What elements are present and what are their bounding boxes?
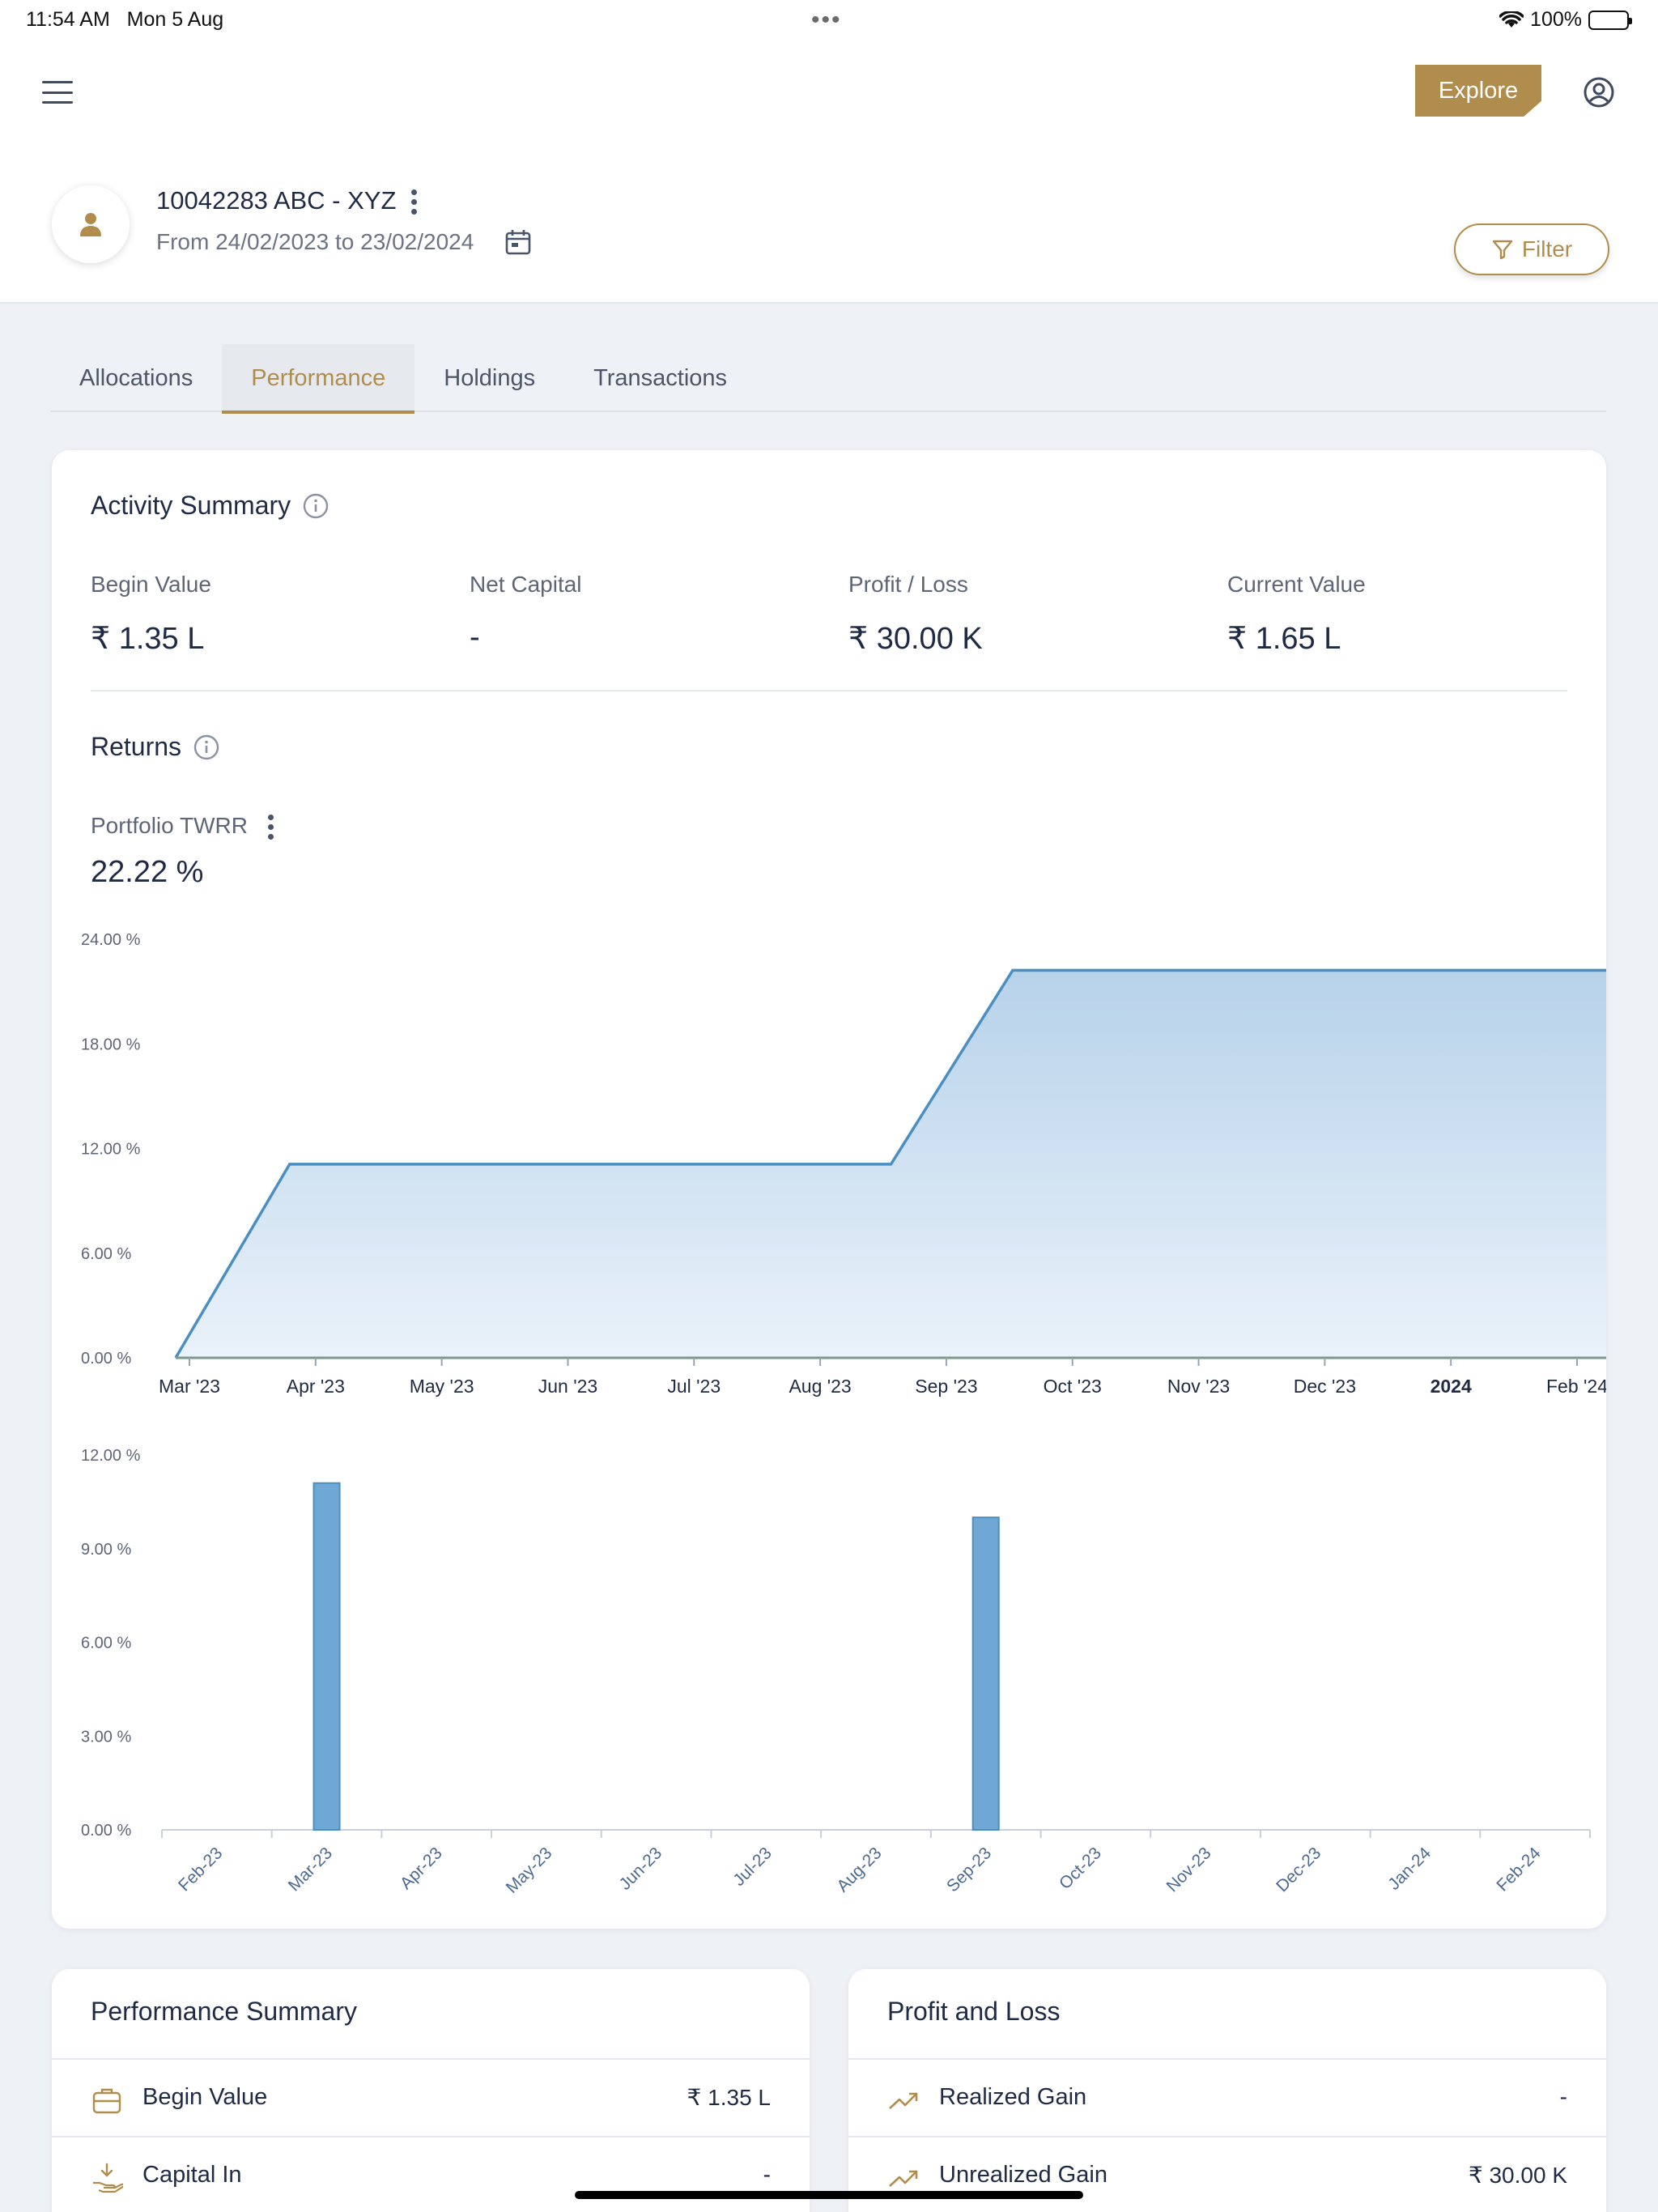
x-tick-label: Oct '23 [1044, 1376, 1102, 1397]
x-tick-label: Aug-23 [833, 1844, 885, 1895]
row-label: Realized Gain [939, 2084, 1087, 2110]
hamburger-menu-icon[interactable] [42, 81, 73, 104]
summary-row-capital-in: Capital In - [52, 2138, 810, 2212]
twrr-area-chart: 24.00 % 18.00 % 12.00 % 6.00 % 0.00 % Mar '23… [81, 931, 1606, 1397]
x-tick-label: Oct-23 [1056, 1844, 1105, 1893]
trending-up-icon [889, 2092, 918, 2109]
user-profile-icon[interactable] [1583, 76, 1615, 108]
y-tick-label: 6.00 % [81, 1245, 131, 1263]
account-avatar [52, 185, 130, 263]
account-title: 10042283 ABC - XYZ [156, 186, 397, 215]
x-tick-label: Nov '23 [1167, 1376, 1230, 1397]
x-tick-label: Apr '23 [287, 1376, 345, 1397]
profit-loss-title: Profit and Loss [887, 1997, 1061, 2026]
y-tick-label: 9.00 % [81, 1541, 131, 1559]
x-tick-label: Jan-24 [1384, 1844, 1435, 1894]
summary-row-begin-value: Begin Value ₹ 1.35 L [52, 2060, 810, 2138]
tab-allocations[interactable]: Allocations [50, 344, 222, 412]
app-header: Explore [0, 39, 1658, 304]
x-tick-label: May '23 [410, 1376, 474, 1397]
date-range: From 24/02/2023 to 23/02/2024 [156, 229, 474, 254]
activity-summary-card: Activity Summary Begin Value ₹ 1.35 L Ne… [52, 450, 1606, 1929]
row-value: - [1559, 2084, 1567, 2109]
tab-performance[interactable]: Performance [222, 344, 415, 414]
y-tick-label: 0.00 % [81, 1822, 131, 1840]
x-tick-label: Dec '23 [1294, 1376, 1356, 1397]
performance-summary-title: Performance Summary [91, 1997, 357, 2026]
x-tick-label: Mar-23 [285, 1844, 336, 1895]
x-tick-label: Nov-23 [1163, 1844, 1214, 1895]
account-more-icon[interactable] [410, 189, 417, 215]
row-label: Capital In [142, 2162, 242, 2188]
tab-bar: Allocations Performance Holdings Transac… [50, 344, 1606, 414]
calendar-icon[interactable] [504, 228, 532, 256]
y-tick-label: 6.00 % [81, 1635, 131, 1653]
row-value: ₹ 30.00 K [1468, 2163, 1567, 2188]
y-tick-label: 18.00 % [81, 1036, 141, 1053]
multitasking-dots-icon[interactable]: ••• [811, 6, 842, 34]
trending-up-icon [889, 2170, 918, 2187]
status-time: 11:54 AM Mon 5 Aug [26, 8, 224, 31]
home-indicator[interactable] [575, 2191, 1083, 2199]
x-tick-label: Aug '23 [789, 1376, 851, 1397]
x-tick-label: Sep-23 [943, 1844, 995, 1895]
y-tick-label: 24.00 % [81, 931, 141, 949]
pl-row-realized-gain: Realized Gain - [848, 2060, 1606, 2138]
y-tick-label: 12.00 % [81, 1447, 141, 1465]
x-tick-label: Feb '24 [1546, 1376, 1606, 1397]
row-label: Begin Value [142, 2084, 268, 2110]
hand-money-in-icon [93, 2163, 123, 2193]
filter-label: Filter [1521, 236, 1573, 262]
y-tick-label: 12.00 % [81, 1141, 141, 1159]
bar [312, 1482, 341, 1831]
battery-icon [1588, 10, 1632, 30]
filter-button[interactable]: Filter [1454, 223, 1609, 275]
x-tick-label: Jul '23 [667, 1376, 721, 1397]
x-tick-label: Dec-23 [1273, 1844, 1324, 1895]
briefcase-icon [92, 2088, 121, 2114]
tab-holdings[interactable]: Holdings [414, 344, 564, 412]
explore-button[interactable]: Explore [1415, 65, 1541, 117]
bar [971, 1516, 1000, 1831]
x-tick-label: Jun-23 [615, 1844, 665, 1894]
x-tick-label: 2024 [1431, 1376, 1472, 1397]
row-label: Unrealized Gain [939, 2162, 1107, 2188]
x-tick-label: Apr-23 [397, 1844, 446, 1893]
monthly-returns-bar-chart: 12.00 % 9.00 % 6.00 % 3.00 % 0.00 % Feb-23 Mar… [81, 1447, 1591, 1897]
returns-charts: 24.00 % 18.00 % 12.00 % 6.00 % 0.00 % Mar '23… [81, 931, 1606, 1897]
y-tick-label: 0.00 % [81, 1350, 131, 1368]
person-icon [80, 213, 101, 236]
x-tick-label: Feb-23 [175, 1844, 226, 1895]
x-tick-label: Jun '23 [538, 1376, 597, 1397]
row-value: ₹ 1.35 L [687, 2085, 771, 2110]
x-tick-label: May-23 [503, 1844, 556, 1897]
x-tick-label: Mar '23 [159, 1376, 220, 1397]
performance-summary-card: Performance Summary Begin Value ₹ 1.35 L… [52, 1969, 810, 2212]
x-tick-label: Jul-23 [729, 1844, 776, 1890]
pl-row-unrealized-gain: Unrealized Gain ₹ 30.00 K [848, 2138, 1606, 2212]
profit-loss-card: Profit and Loss Realized Gain - Unrealiz… [848, 1969, 1606, 2212]
tab-transactions[interactable]: Transactions [564, 344, 756, 412]
x-tick-label: Sep '23 [915, 1376, 977, 1397]
row-value: - [763, 2162, 771, 2187]
wifi-icon [1499, 11, 1524, 28]
funnel-icon [1492, 240, 1513, 260]
y-tick-label: 3.00 % [81, 1728, 131, 1746]
x-tick-label: Feb-24 [1493, 1844, 1545, 1895]
battery-percent: 100% [1530, 8, 1582, 31]
status-bar: 11:54 AM Mon 5 Aug ••• 100% [0, 0, 1658, 39]
status-right: 100% [1499, 8, 1632, 32]
